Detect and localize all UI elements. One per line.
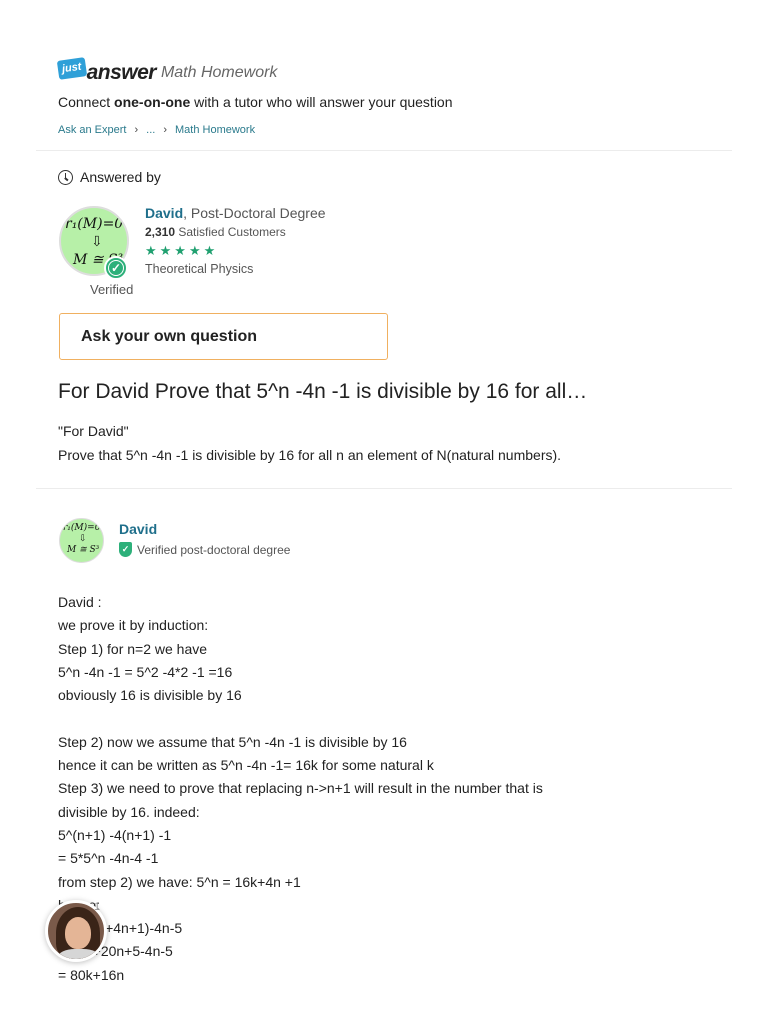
customers-label: Satisfied Customers xyxy=(175,225,286,239)
tagline: Connect one-on-one with a tutor who will… xyxy=(58,94,453,110)
answered-by: Answered by xyxy=(58,169,161,185)
answer-text: David : we prove it by induction: Step 1… xyxy=(58,591,718,987)
answer-verified: ✓ Verified post-doctoral degree xyxy=(119,542,290,557)
answered-by-label: Answered by xyxy=(80,169,161,185)
ask-your-own-question-button[interactable]: Ask your own question xyxy=(59,313,388,360)
expert-degree: , Post-Doctoral Degree xyxy=(183,205,326,221)
avatar-math-line: M ≅ S³ xyxy=(67,545,100,555)
tagline-bold: one-on-one xyxy=(114,94,191,110)
avatar-math-line: r₁(M)=0 xyxy=(63,523,101,533)
answer-line: Step 3) we need to prove that replacing … xyxy=(58,780,543,797)
avatar-math-line: ⇩ xyxy=(91,234,103,250)
answer-line: 5^n -4n -1 = 5^2 -4*2 -1 =16 xyxy=(58,663,233,680)
answer-line: David : xyxy=(58,594,102,610)
chevron-right-icon: › xyxy=(134,124,139,136)
avatar-math-line: ⇩ xyxy=(79,534,87,544)
answer-line: divisible by 16. indeed: xyxy=(58,803,200,820)
answer-line: we prove it by induction: xyxy=(58,617,209,634)
expert-name[interactable]: David xyxy=(145,205,183,221)
expert-name-line: David, Post-Doctoral Degree xyxy=(145,205,326,221)
divider xyxy=(36,488,732,489)
question-body-line: "For David" xyxy=(58,423,129,439)
avatar-face xyxy=(65,917,91,949)
shield-check-icon: ✓ xyxy=(119,542,132,557)
breadcrumb-ask-expert[interactable]: Ask an Expert xyxy=(58,124,126,136)
verified-degree-text: Verified post-doctoral degree xyxy=(137,542,291,557)
logo[interactable]: just answer Math Homework xyxy=(56,52,718,84)
breadcrumb-ellipsis[interactable]: ... xyxy=(146,124,155,136)
answer-line: Step 2) now we assume that 5^n -4n -1 is… xyxy=(58,733,407,750)
category-title: Math Homework xyxy=(160,64,278,81)
answer-line: obviously 16 is divisible by 16 xyxy=(58,687,242,704)
logo-answer: answer xyxy=(86,61,157,84)
avatar-math-line: r₁(M)=0 xyxy=(65,216,124,232)
answer-line: = 80k+20n+5-4n-5 xyxy=(58,943,173,960)
verified-label: Verified xyxy=(90,282,134,297)
breadcrumb: Ask an Expert › ... › Math Homework xyxy=(58,124,255,136)
question-body-line: Prove that 5^n -4n -1 is divisible by 16… xyxy=(58,447,562,463)
satisfied-customers: 2,310 Satisfied Customers xyxy=(145,225,326,239)
chat-notification-badge: 1 xyxy=(94,901,101,913)
question-title: For David Prove that 5^n -4n -1 is divis… xyxy=(58,380,588,403)
tagline-pre: Connect xyxy=(58,94,115,110)
answer-line: hence it can be written as 5^n -4n -1= 1… xyxy=(58,757,434,774)
chevron-right-icon: › xyxy=(163,124,167,136)
tagline-post: with a tutor who will answer your questi… xyxy=(190,94,453,110)
star-rating: ★★★★★ xyxy=(145,243,219,258)
logo-just: just xyxy=(56,57,87,80)
expert-specialty: Theoretical Physics xyxy=(145,262,254,276)
answer-line: 5^(n+1) -4(n+1) -1 xyxy=(58,826,172,843)
answer-line: hence: xyxy=(58,894,718,917)
site-header: just answer Math Homework xyxy=(56,52,718,84)
answer-line: = 5*5^n -4n-4 -1 xyxy=(58,850,159,867)
answer-line: = 80k+16n xyxy=(58,966,125,983)
answer-line: = 5(16k+4n+1)-4n-5 xyxy=(58,920,183,937)
breadcrumb-math-homework[interactable]: Math Homework xyxy=(175,124,255,136)
customers-count: 2,310 xyxy=(145,225,176,239)
verified-check-icon: ✓ xyxy=(104,256,128,280)
answer-expert-name[interactable]: David xyxy=(119,521,157,537)
expert-info: David, Post-Doctoral Degree 2,310 Satisf… xyxy=(145,205,326,276)
clock-icon xyxy=(58,169,73,185)
answer-line xyxy=(58,707,718,730)
question-body: "For David" Prove that 5^n -4n -1 is div… xyxy=(58,419,561,467)
answer-expert-avatar[interactable]: r₁(M)=0 ⇩ M ≅ S³ xyxy=(59,518,104,563)
answer-line: Step 1) for n=2 we have xyxy=(58,640,208,657)
answer-line: from step 2) we have: 5^n = 16k+4n +1 xyxy=(58,873,301,890)
divider xyxy=(36,150,732,151)
